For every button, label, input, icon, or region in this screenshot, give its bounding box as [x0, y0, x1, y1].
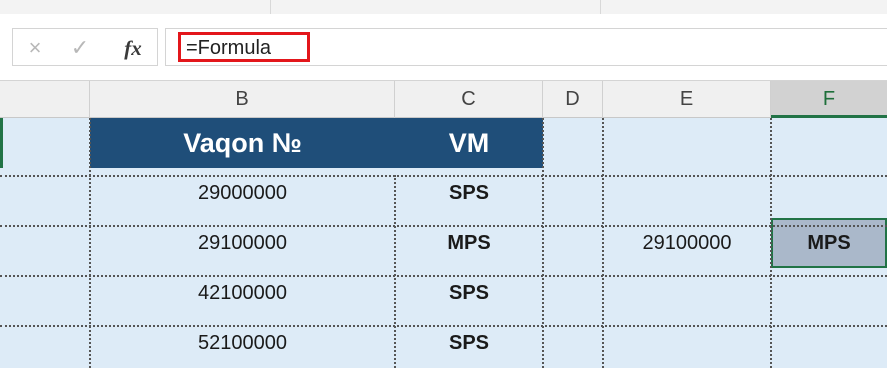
- column-header-D[interactable]: D: [543, 81, 603, 118]
- formula-bar: × ✓ fx =Formula: [0, 14, 887, 80]
- grid-line: [0, 175, 887, 177]
- grid-line: [542, 118, 544, 368]
- grid-line: [770, 118, 772, 368]
- select-all-corner[interactable]: [0, 81, 90, 118]
- formula-text: =Formula: [186, 37, 272, 59]
- column-header-row: B C D E F: [0, 80, 887, 118]
- column-header-C[interactable]: C: [395, 81, 543, 118]
- enter-icon[interactable]: ✓: [65, 33, 95, 63]
- grid-line: [89, 118, 91, 368]
- grid-line: [0, 275, 887, 277]
- ribbon-strip: [0, 0, 887, 15]
- ribbon-separator: [600, 0, 601, 14]
- grid-line: [602, 118, 604, 368]
- column-header-B[interactable]: B: [90, 81, 395, 118]
- worksheet-grid[interactable]: Vaqon № VM 29000000 SPS 29100000 MPS 291…: [0, 118, 887, 368]
- grid-line: [0, 225, 887, 227]
- cancel-icon[interactable]: ×: [21, 33, 49, 63]
- row-selection-indicator: [0, 118, 3, 168]
- ribbon-separator: [270, 0, 271, 14]
- header-cell-vm[interactable]: VM: [395, 118, 543, 168]
- table-header-row: Vaqon № VM: [0, 118, 887, 168]
- column-header-E[interactable]: E: [603, 81, 771, 118]
- grid-line: [394, 175, 396, 368]
- header-cell-vaqon[interactable]: Vaqon №: [90, 118, 395, 168]
- formula-bar-buttons: × ✓ fx: [12, 28, 158, 66]
- insert-function-button[interactable]: fx: [113, 33, 153, 63]
- grid-line: [0, 325, 887, 327]
- formula-input[interactable]: =Formula: [165, 28, 887, 66]
- column-header-F[interactable]: F: [771, 81, 887, 118]
